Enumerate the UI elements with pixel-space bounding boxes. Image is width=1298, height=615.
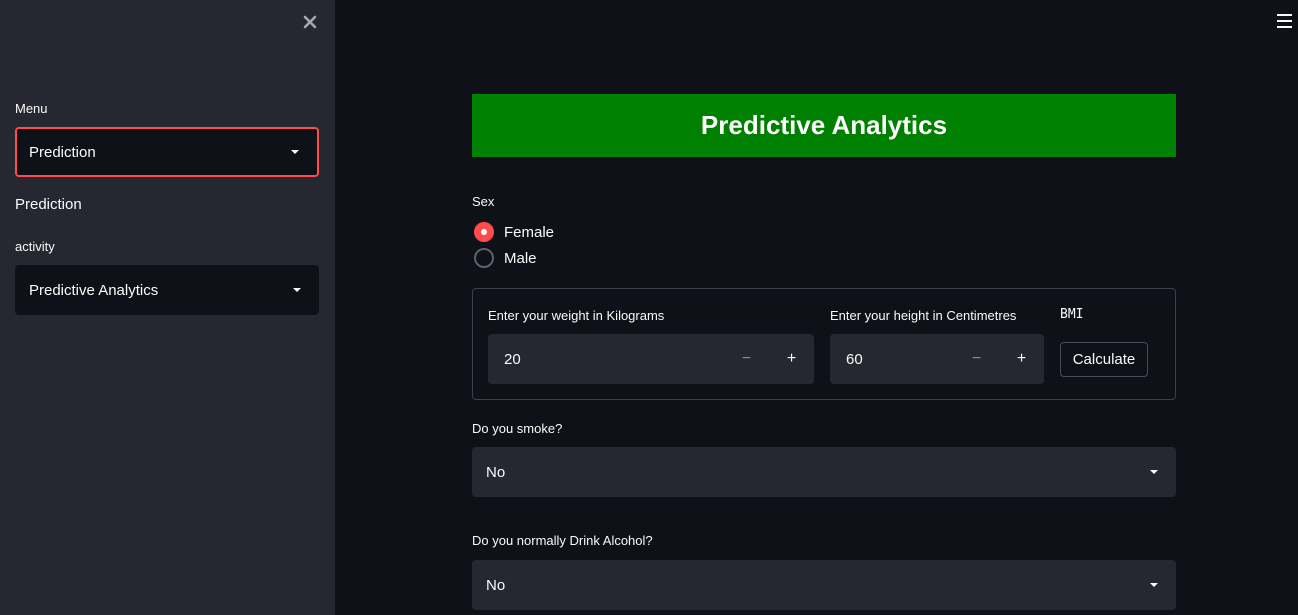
alcohol-select[interactable]: No [472,560,1176,610]
calculate-button[interactable]: Calculate [1060,342,1148,377]
close-sidebar-button[interactable] [300,12,320,32]
hamburger-menu-icon [1277,14,1292,28]
weight-input-value[interactable]: 20 [488,351,724,368]
bmi-label: BMI [1060,307,1084,322]
smoke-select-value: No [486,463,506,481]
menu-select-value: Prediction [29,143,96,161]
sidebar-section-text: Prediction [15,196,82,213]
activity-select-value: Predictive Analytics [29,281,159,299]
chevron-down-icon [293,288,301,292]
radio-female-indicator[interactable] [474,222,494,242]
chevron-down-icon [1150,583,1158,587]
radio-male-label: Male [504,249,537,267]
weight-input[interactable]: 20 − + [488,334,814,384]
smoke-select[interactable]: No [472,447,1176,497]
weight-decrement-button[interactable]: − [724,334,769,384]
hamburger-menu-button[interactable] [1277,14,1292,28]
height-label: Enter your height in Centimetres [830,308,1017,323]
height-input-value[interactable]: 60 [830,351,954,368]
sex-label: Sex [472,194,495,209]
activity-select[interactable]: Predictive Analytics [15,265,319,315]
height-input[interactable]: 60 − + [830,334,1044,384]
radio-female[interactable]: Female [474,222,554,242]
alcohol-select-value: No [486,576,506,594]
activity-label: activity [15,239,55,254]
menu-select[interactable]: Prediction [15,127,319,177]
sidebar: Menu Prediction Prediction activity Pred… [0,0,335,615]
page-title-banner: Predictive Analytics [472,94,1176,157]
radio-male[interactable]: Male [474,248,537,268]
chevron-down-icon [1150,470,1158,474]
radio-male-indicator[interactable] [474,248,494,268]
chevron-down-icon [291,150,299,154]
height-increment-button[interactable]: + [999,334,1044,384]
alcohol-label: Do you normally Drink Alcohol? [472,533,653,548]
radio-female-label: Female [504,223,555,241]
app: Menu Prediction Prediction activity Pred… [0,0,1298,615]
menu-label: Menu [15,101,48,116]
close-icon [303,15,317,29]
weight-label: Enter your weight in Kilograms [488,308,665,323]
smoke-label: Do you smoke? [472,421,563,436]
weight-increment-button[interactable]: + [769,334,814,384]
height-decrement-button[interactable]: − [954,334,999,384]
